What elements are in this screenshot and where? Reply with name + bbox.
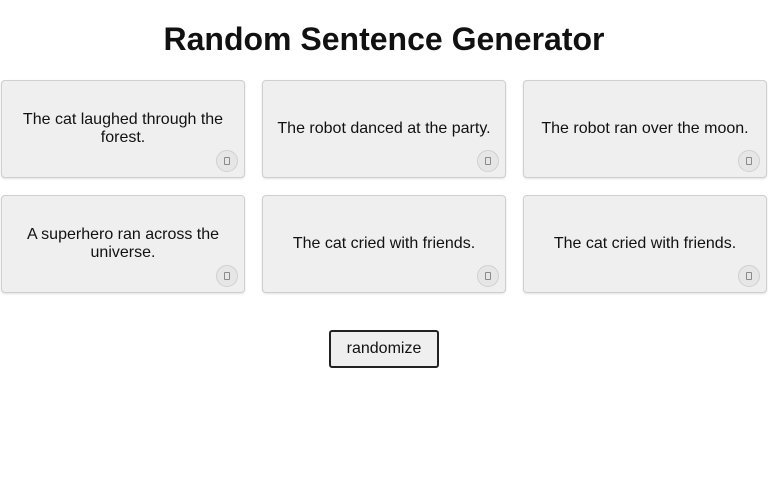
copy-button[interactable] (477, 265, 499, 287)
copy-button[interactable] (216, 265, 238, 287)
sentence-card: The robot ran over the moon. (523, 80, 767, 178)
randomize-button[interactable]: randomize (329, 330, 439, 368)
sentence-text: The cat laughed through the forest. (22, 111, 224, 146)
page-title: Random Sentence Generator (163, 21, 605, 57)
sentence-text: The cat cried with friends. (553, 235, 737, 252)
copy-button[interactable] (738, 150, 760, 172)
sentence-text: The cat cried with friends. (292, 235, 476, 252)
sentence-card: The cat laughed through the forest. (1, 80, 245, 178)
sentence-card: The cat cried with friends. (262, 195, 506, 293)
sentence-card: The cat cried with friends. (523, 195, 767, 293)
copy-icon (746, 272, 752, 280)
copy-icon (224, 272, 230, 280)
copy-button[interactable] (216, 150, 238, 172)
copy-icon (485, 272, 491, 280)
copy-icon (485, 157, 491, 165)
copy-icon (224, 157, 230, 165)
sentence-card: The robot danced at the party. (262, 80, 506, 178)
sentence-card: A superhero ran across the universe. (1, 195, 245, 293)
copy-button[interactable] (477, 150, 499, 172)
sentence-text: A superhero ran across the universe. (26, 226, 220, 261)
copy-button[interactable] (738, 265, 760, 287)
copy-icon (746, 157, 752, 165)
sentence-text: The robot ran over the moon. (541, 120, 749, 137)
sentence-text: The robot danced at the party. (277, 120, 491, 137)
